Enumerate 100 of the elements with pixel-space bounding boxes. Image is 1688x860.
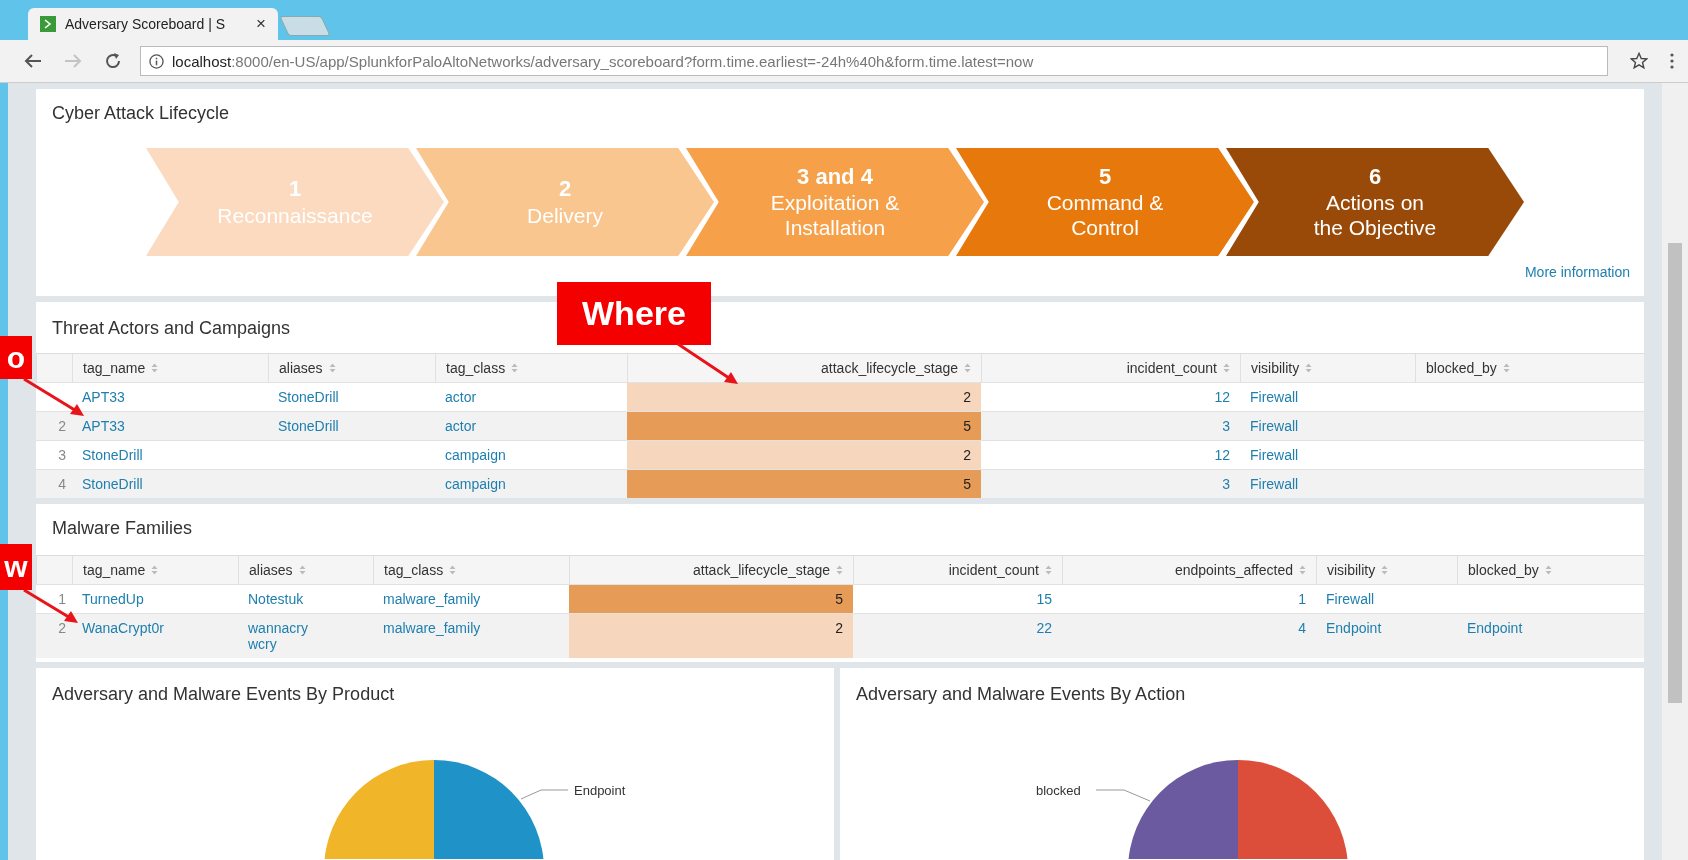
table-cell[interactable]: 3 (1222, 476, 1230, 492)
table-cell[interactable]: actor (445, 389, 477, 405)
sort-icon (1299, 565, 1306, 575)
leader-line (520, 789, 569, 800)
table-cell[interactable]: TurnedUp (82, 591, 144, 607)
stage-number: 6 (1368, 163, 1382, 190)
info-icon (149, 53, 164, 69)
sort-icon (1223, 363, 1230, 373)
column-header[interactable]: tag_class (373, 556, 569, 584)
menu-icon[interactable] (1670, 53, 1674, 69)
table-cell[interactable]: 4 (1298, 620, 1306, 636)
pie-label: blocked (1036, 783, 1081, 798)
callout-label: w (0, 544, 32, 590)
table-cell[interactable]: malware_family (383, 620, 481, 636)
heat-cell: 5 (627, 470, 981, 498)
tab-title: Adversary Scoreboard | S (65, 16, 227, 32)
table-cell[interactable]: WanaCrypt0r (82, 620, 164, 636)
table-cell[interactable]: APT33 (82, 418, 125, 434)
row-number: 1 (58, 591, 66, 607)
row-number: 2 (58, 620, 66, 636)
callout-label: Where (557, 282, 711, 345)
annotation-arrow (23, 588, 78, 623)
heat-cell: 5 (627, 412, 981, 440)
table-cell[interactable]: StoneDrill (82, 476, 143, 492)
scrollbar[interactable] (1662, 83, 1688, 860)
table-cell[interactable]: 22 (1036, 620, 1052, 636)
table-cell[interactable]: 1 (1298, 591, 1306, 607)
stage-label: the Objective (1313, 215, 1437, 241)
url-text: localhost:8000/en-US/app/SplunkforPaloAltoNetworks/adversary_scoreboard?form.time.earliest=-24h%40h&form.time.latest=now (172, 52, 1034, 70)
sort-icon (1045, 565, 1052, 575)
stage-label: Exploitation & (770, 190, 900, 216)
annotation-arrow (23, 377, 84, 416)
row-number: 2 (58, 418, 66, 434)
table-cell[interactable]: 12 (1214, 389, 1230, 405)
back-icon[interactable] (24, 53, 42, 69)
table-cell[interactable]: Firewall (1326, 591, 1375, 607)
column-header[interactable]: endpoints_affected (1062, 556, 1316, 584)
sort-icon (1305, 363, 1313, 373)
sort-icon (1381, 565, 1389, 575)
stage-number: 3 and 4 (797, 163, 873, 190)
table-cell[interactable]: 12 (1214, 447, 1230, 463)
heat-cell: 5 (569, 585, 853, 613)
column-header[interactable]: attack_lifecycle_stage (569, 556, 853, 584)
table-cell[interactable]: Firewall (1250, 447, 1299, 463)
column-header[interactable]: blocked_by (1457, 556, 1640, 584)
table-cell[interactable]: 15 (1036, 591, 1052, 607)
close-button[interactable]: × (256, 14, 266, 34)
sort-icon (449, 565, 457, 575)
column-header[interactable]: tag_name (72, 354, 268, 382)
sort-icon (151, 565, 159, 575)
column-header[interactable]: aliases (268, 354, 435, 382)
column-header[interactable]: incident_count (981, 354, 1240, 382)
column-header[interactable]: blocked_by (1415, 354, 1640, 382)
callout-label: o (0, 336, 32, 379)
stage-label: Reconnaissance (217, 202, 373, 228)
star-icon[interactable] (1630, 52, 1648, 70)
table-cell[interactable]: StoneDrill (278, 389, 339, 405)
column-header[interactable]: tag_class (435, 354, 627, 382)
sort-icon (964, 363, 971, 373)
table-cell[interactable]: campaign (445, 476, 506, 492)
row-number: 4 (58, 476, 66, 492)
heat-cell: 2 (569, 614, 853, 658)
table-cell[interactable]: actor (445, 418, 477, 434)
stage-number: 5 (1098, 163, 1112, 190)
scrollbar-thumb[interactable] (1668, 243, 1682, 703)
table-cell[interactable]: StoneDrill (278, 418, 339, 434)
table-cell[interactable]: Firewall (1250, 389, 1299, 405)
heat-cell: 2 (627, 383, 981, 411)
sort-icon (1544, 565, 1552, 575)
table-cell[interactable]: Firewall (1250, 476, 1299, 492)
sort-icon (328, 363, 336, 373)
pie-label: Endpoint (574, 783, 626, 798)
browser-tab[interactable]: Adversary Scoreboard | S × (28, 8, 278, 40)
reload-icon[interactable] (104, 52, 122, 70)
table-cell[interactable]: Endpoint (1326, 620, 1382, 636)
sort-icon (836, 565, 843, 575)
heat-cell: 2 (627, 441, 981, 469)
column-header[interactable]: incident_count (853, 556, 1062, 584)
stage-label: Actions on (1325, 190, 1425, 216)
sort-icon (1502, 363, 1510, 373)
address-field[interactable]: localhost:8000/en-US/app/SplunkforPaloAltoNetworks/adversary_scoreboard?form.time.earliest=-24h%40h&form.time.latest=now (140, 46, 1608, 76)
table-cell[interactable]: 3 (1222, 418, 1230, 434)
more-information-link[interactable]: More information (1524, 264, 1630, 280)
panel-title: Threat Actors and Campaigns (51, 317, 292, 340)
app-icon (40, 16, 56, 32)
table-cell[interactable]: APT33 (82, 389, 125, 405)
column-header[interactable]: tag_name (72, 556, 238, 584)
table-cell[interactable]: wannacry wcry (248, 620, 308, 652)
table-cell[interactable]: campaign (445, 447, 506, 463)
table-cell[interactable]: Firewall (1250, 418, 1299, 434)
column-header[interactable]: aliases (238, 556, 373, 584)
column-header[interactable]: visibility (1316, 556, 1457, 584)
panel-title: Adversary and Malware Events By Product (51, 683, 396, 706)
table-cell[interactable]: Notestuk (248, 591, 304, 607)
panel-title: Adversary and Malware Events By Action (855, 683, 1187, 706)
table-cell[interactable]: Endpoint (1467, 620, 1523, 636)
table-cell[interactable]: malware_family (383, 591, 481, 607)
column-header[interactable]: visibility (1240, 354, 1415, 382)
table-cell[interactable]: StoneDrill (82, 447, 143, 463)
stage-number: 2 (558, 176, 572, 203)
